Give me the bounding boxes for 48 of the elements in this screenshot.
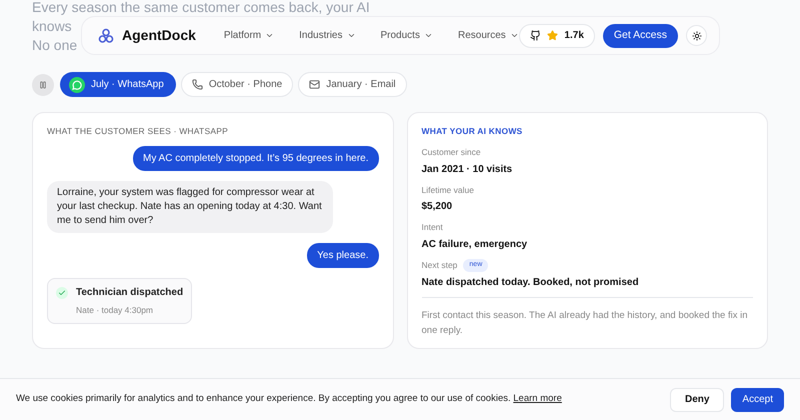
chevron-down-icon	[510, 31, 519, 40]
get-access-button[interactable]: Get Access	[602, 24, 678, 48]
chevron-down-icon	[265, 31, 274, 40]
summary-note: First contact this season. The AI already had the history, and booked the fix in one reply.	[422, 308, 749, 338]
pause-button[interactable]	[32, 74, 54, 96]
brand-name[interactable]: AgentDock	[122, 25, 196, 46]
sent-message: My AC completely stopped. It’s 95 degrees in here.	[133, 146, 378, 171]
pause-icon	[39, 80, 47, 88]
phone-icon	[192, 79, 203, 90]
github-icon	[530, 30, 542, 41]
fact-label: Customer since	[422, 146, 481, 158]
card-title: WHAT THE CUSTOMER SEES · WHATSAPP	[47, 125, 229, 138]
sent-message: Yes please.	[307, 242, 378, 268]
check-icon	[56, 286, 68, 299]
fact-value: $5,200	[422, 200, 454, 214]
mail-icon	[309, 79, 320, 90]
hero-text: knows	[32, 18, 72, 34]
received-message: Lorraine, your system was flagged for compressor wear at your last checkup. Nate has an opening today at 4:30. Want me to send him over?	[47, 180, 333, 233]
accept-button[interactable]: Accept	[731, 388, 784, 412]
channel-tab[interactable]: July · WhatsApp	[60, 72, 176, 97]
nav-menu-item[interactable]: Resources	[458, 28, 519, 43]
fact-value: Jan 2021 · 10 visits	[422, 162, 514, 176]
fact-label: Next step	[422, 259, 458, 272]
fact-value: AC failure, emergency	[422, 238, 528, 252]
nav-menu-item[interactable]: Products	[380, 28, 433, 43]
cookie-text: We use cookies primarily for analytics and to enhance your experience. By accepting you agree to our use of cookies. Learn more	[16, 392, 562, 406]
channel-tab[interactable]: October · Phone	[180, 72, 294, 97]
learn-more-link[interactable]: Learn more	[513, 393, 562, 404]
event-title: Technician dispatched	[76, 286, 184, 300]
logo-icon	[98, 28, 114, 44]
fact-label: Intent	[422, 221, 443, 234]
hero-text: Every season the same customer comes back, your AI	[32, 0, 370, 15]
fact-value: Nate dispatched today. Booked, not promised	[422, 276, 640, 290]
github-stars-button[interactable]: 1.7k	[519, 24, 595, 48]
hero-text: No one	[32, 37, 78, 53]
star-icon	[547, 30, 558, 41]
event-detail: Nate · today 4:30pm	[76, 304, 154, 316]
chevron-down-icon	[424, 31, 433, 40]
card-title: WHAT YOUR AI KNOWS	[422, 125, 524, 138]
nav-menu-item[interactable]: Industries	[299, 28, 356, 43]
chevron-down-icon	[346, 31, 356, 40]
deny-button[interactable]: Deny	[670, 388, 724, 412]
theme-toggle-button[interactable]	[686, 25, 707, 46]
nav-menu-item[interactable]: Platform	[224, 28, 274, 43]
sun-icon	[692, 30, 702, 40]
chat-bubble-icon	[69, 76, 85, 92]
channel-tab[interactable]: January · Email	[298, 72, 407, 97]
fact-label: Lifetime value	[422, 184, 474, 196]
